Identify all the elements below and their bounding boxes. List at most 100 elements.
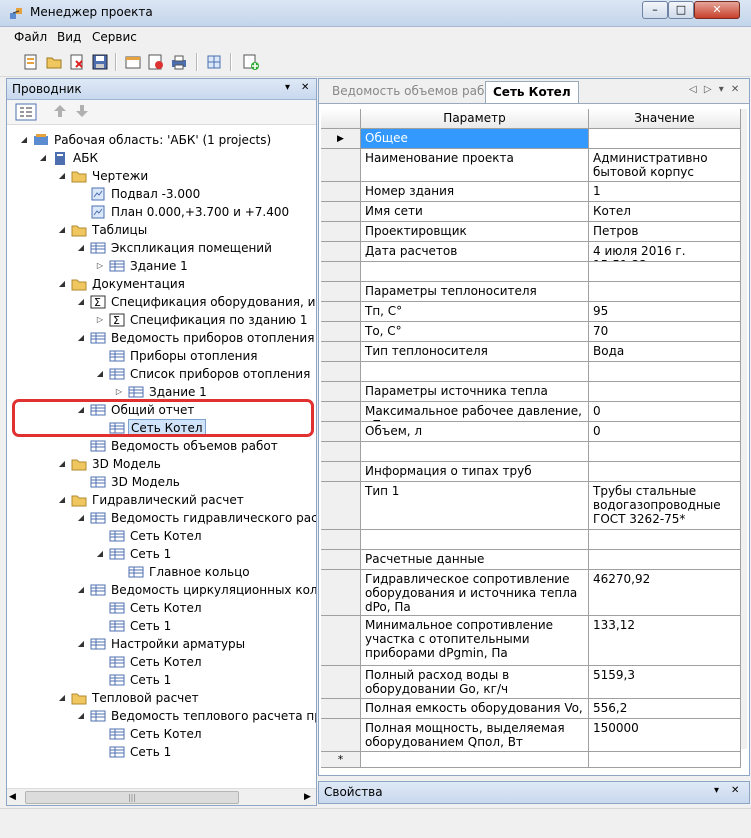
row-header[interactable] <box>321 402 361 422</box>
minimize-button[interactable]: – <box>642 1 668 19</box>
properties-panel[interactable]: Свойства ▾ ✕ <box>318 781 750 804</box>
value-cell[interactable]: 95 <box>589 302 741 322</box>
value-cell[interactable]: 0 <box>589 402 741 422</box>
tree-item[interactable]: ◢ Σ Спецификация оборудования, издел <box>7 293 316 311</box>
parameter-cell[interactable] <box>361 752 589 768</box>
open-icon[interactable] <box>45 53 63 71</box>
value-cell[interactable] <box>589 129 741 149</box>
maximize-button[interactable]: □ <box>668 1 694 19</box>
value-cell[interactable] <box>589 262 741 282</box>
parameter-cell[interactable]: Наименование проекта <box>361 149 589 182</box>
expand-toggle-icon[interactable]: ◢ <box>19 131 29 149</box>
close-icon[interactable]: ✕ <box>731 785 739 796</box>
row-header[interactable] <box>321 666 361 699</box>
parameter-cell[interactable]: Полная мощность, выделяемая оборудование… <box>361 719 589 752</box>
tab-navigation-icons[interactable]: ◁ ▷ ▾ ✕ <box>689 84 741 95</box>
row-header[interactable] <box>321 149 361 182</box>
value-cell[interactable] <box>589 282 741 302</box>
parameter-cell[interactable]: Расчетные данные <box>361 550 589 570</box>
parameter-cell[interactable] <box>361 362 589 382</box>
expand-toggle-icon[interactable]: ◢ <box>76 329 86 347</box>
value-cell[interactable] <box>589 382 741 402</box>
tree-item[interactable]: Сеть Котел <box>7 725 316 743</box>
parameter-cell[interactable]: Максимальное рабочее давление, кПа <box>361 402 589 422</box>
value-cell[interactable]: 5159,3 <box>589 666 741 699</box>
value-cell[interactable]: 46270,92 <box>589 570 741 616</box>
parameter-cell[interactable]: Проектировщик <box>361 222 589 242</box>
row-header[interactable]: * <box>321 752 361 768</box>
parameter-cell[interactable] <box>361 262 589 282</box>
value-cell[interactable]: 70 <box>589 322 741 342</box>
row-header[interactable] <box>321 530 361 550</box>
tree-item[interactable]: ◢ Таблицы <box>7 221 316 239</box>
pin-icon[interactable]: ▾ <box>285 82 290 93</box>
parameter-cell[interactable]: Параметры теплоносителя <box>361 282 589 302</box>
settings-icon[interactable] <box>147 53 165 71</box>
row-header[interactable] <box>321 699 361 719</box>
value-cell[interactable]: 0 <box>589 422 741 442</box>
value-cell[interactable]: 150000 <box>589 719 741 752</box>
value-cell[interactable]: Административно бытовой корпус <box>589 149 741 182</box>
value-cell[interactable] <box>589 362 741 382</box>
parameter-cell[interactable]: Полная емкость оборудования Vo, л <box>361 699 589 719</box>
pin-icon[interactable]: ▾ <box>714 785 719 796</box>
save-icon[interactable] <box>91 53 109 71</box>
row-header[interactable]: ▶ <box>321 129 361 149</box>
expand-toggle-icon[interactable]: ◢ <box>76 293 86 311</box>
collapse-all-icon[interactable] <box>15 103 37 121</box>
tree-item[interactable]: ◢ Ведомость циркуляционных колец <box>7 581 316 599</box>
parameter-cell[interactable]: Информация о типах труб <box>361 462 589 482</box>
expand-toggle-icon[interactable]: ◢ <box>57 455 67 473</box>
network-icon[interactable] <box>205 53 223 71</box>
parameter-cell[interactable]: Гидравлическое сопротивление оборудовани… <box>361 570 589 616</box>
tree-item[interactable]: ▷ Здание 1 <box>7 257 316 275</box>
expand-toggle-icon[interactable]: ◢ <box>57 491 67 509</box>
value-cell[interactable]: 4 июля 2016 г. 15:51:33 <box>589 242 741 262</box>
parameter-cell[interactable]: Полный расход воды в оборудовании Go, кг… <box>361 666 589 699</box>
parameter-cell[interactable] <box>361 530 589 550</box>
row-header[interactable] <box>321 550 361 570</box>
column-header-parameter[interactable]: Параметр <box>361 109 589 129</box>
tree-item[interactable]: ◢ Ведомость приборов отопления <box>7 329 316 347</box>
row-header[interactable] <box>321 442 361 462</box>
expand-toggle-icon[interactable]: ◢ <box>76 707 86 725</box>
tab-work-volumes[interactable]: Ведомость объемов работ <box>325 81 506 102</box>
value-cell[interactable]: 133,12 <box>589 616 741 666</box>
row-header[interactable] <box>321 482 361 530</box>
menu-view[interactable]: Вид <box>57 30 81 44</box>
parameter-cell[interactable]: Номер здания <box>361 182 589 202</box>
value-cell[interactable]: Трубы стальные водогазопроводные ГОСТ 32… <box>589 482 741 530</box>
expand-toggle-icon[interactable]: ◢ <box>38 149 48 167</box>
parameter-cell[interactable]: Тип теплоносителя <box>361 342 589 362</box>
value-cell[interactable]: Котел <box>589 202 741 222</box>
value-cell[interactable]: Вода <box>589 342 741 362</box>
expand-toggle-icon[interactable]: ◢ <box>57 275 67 293</box>
parameter-cell[interactable]: То, С° <box>361 322 589 342</box>
row-header[interactable] <box>321 616 361 666</box>
tree-item[interactable]: ◢ Настройки арматуры <box>7 635 316 653</box>
row-header[interactable] <box>321 262 361 282</box>
expand-toggle-icon[interactable]: ◢ <box>57 167 67 185</box>
tree-item[interactable]: Приборы отопления <box>7 347 316 365</box>
tree-item[interactable]: ◢ 3D Модель <box>7 455 316 473</box>
delete-icon[interactable] <box>68 53 86 71</box>
arrow-up-icon[interactable] <box>53 104 67 118</box>
tree-item[interactable]: ◢ Документация <box>7 275 316 293</box>
value-cell[interactable] <box>589 752 741 768</box>
scroll-thumb[interactable]: ||| <box>25 791 239 804</box>
value-cell[interactable] <box>589 442 741 462</box>
menu-file[interactable]: Файл <box>14 30 47 44</box>
expand-toggle-icon[interactable]: ▷ <box>95 257 105 275</box>
tree-item[interactable]: ▷ Σ Спецификация по зданию 1 <box>7 311 316 329</box>
parameter-cell[interactable]: Имя сети <box>361 202 589 222</box>
row-header[interactable] <box>321 182 361 202</box>
row-header[interactable] <box>321 202 361 222</box>
tree-item[interactable]: ◢ Экспликация помещений <box>7 239 316 257</box>
parameter-cell[interactable]: Минимальное сопротивление участка с отоп… <box>361 616 589 666</box>
parameter-cell[interactable]: Параметры источника тепла <box>361 382 589 402</box>
tree-item[interactable]: Подвал -3.000 <box>7 185 316 203</box>
row-header[interactable] <box>321 362 361 382</box>
tree-item[interactable]: Сеть Котел <box>7 599 316 617</box>
expand-toggle-icon[interactable]: ◢ <box>95 365 105 383</box>
scroll-left-icon[interactable]: ◀ <box>9 792 16 802</box>
